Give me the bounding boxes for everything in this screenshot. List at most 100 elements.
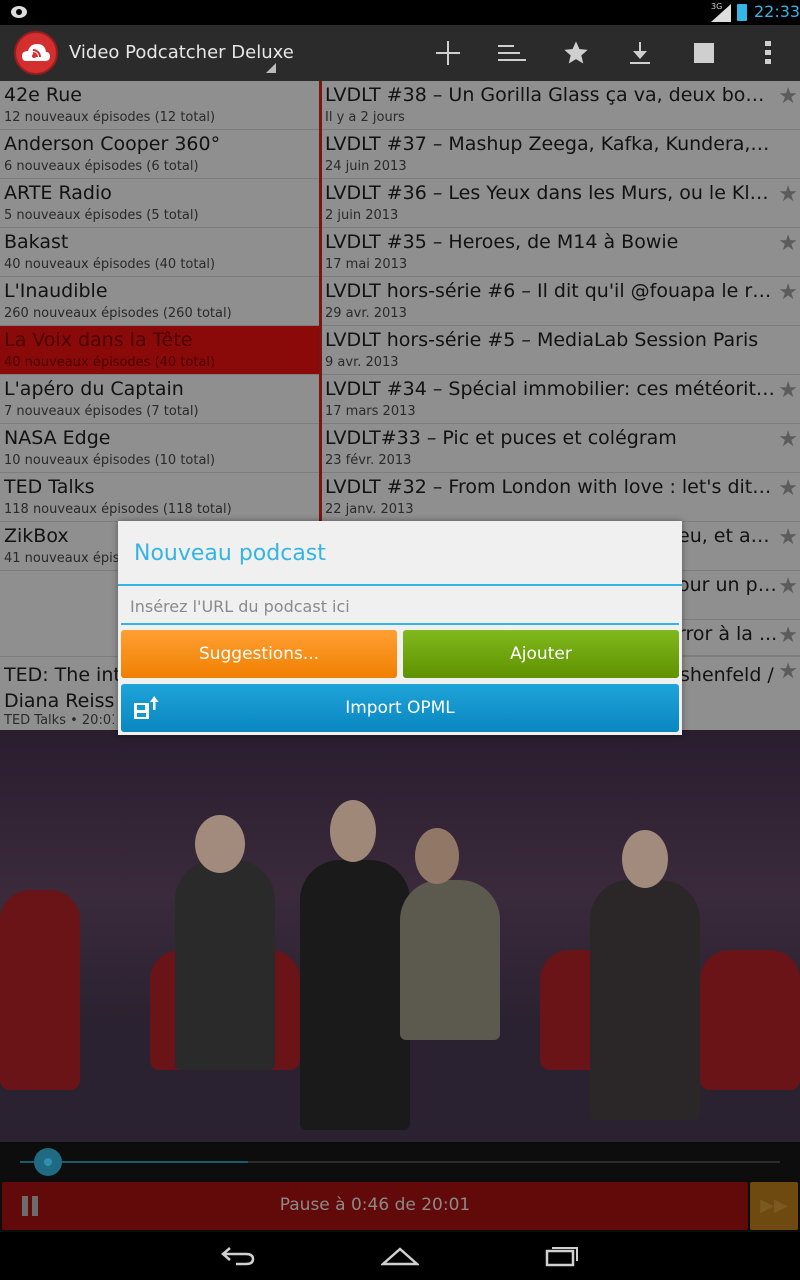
episode-item[interactable]: LVDLT #37 – Mashup Zeega, Kafka, Kundera… (322, 130, 800, 179)
podcast-item[interactable]: Bakast 40 nouveaux épisodes (40 total) (0, 228, 319, 277)
video-person-head (622, 830, 668, 888)
overflow-menu-icon[interactable] (750, 35, 786, 71)
star-icon[interactable]: ★ (778, 427, 798, 452)
podcast-episode-count: 6 nouveaux épisodes (6 total) (4, 159, 199, 174)
pause-button[interactable]: Pause à 0:46 de 20:01 (2, 1182, 748, 1230)
video-chair (700, 950, 800, 1090)
video-person (175, 860, 275, 1070)
video-person (590, 880, 700, 1120)
episode-title: LVDLT #34 – Spécial immobilier: ces mété… (325, 378, 775, 400)
podcast-episode-count: 7 nouveaux épisodes (7 total) (4, 404, 199, 419)
star-icon[interactable]: ★ (778, 231, 798, 256)
pause-label: Pause à 0:46 de 20:01 (279, 1195, 471, 1215)
star-icon[interactable] (558, 35, 594, 71)
navigation-bar (0, 1232, 800, 1280)
signal-icon (711, 4, 731, 22)
podcast-name: La Voix dans la Tête (4, 329, 193, 351)
status-bar: 3G 22:33 (0, 0, 800, 25)
episode-title: rror à la ... (678, 623, 778, 645)
now-playing-title: TED: The inte (4, 664, 124, 686)
episode-title: LVDLT #38 – Un Gorilla Glass ça va, deux… (325, 84, 775, 106)
star-icon[interactable]: ★ (778, 574, 798, 599)
episode-item[interactable]: LVDLT #36 – Les Yeux dans les Murs, ou l… (322, 179, 800, 228)
suggestions-button[interactable]: Suggestions... (121, 630, 397, 678)
podcast-item[interactable]: ARTE Radio 5 nouveaux épisodes (5 total) (0, 179, 319, 228)
episode-date: 22 janv. 2013 (325, 502, 414, 517)
episode-date: 17 mars 2013 (325, 404, 416, 419)
star-icon[interactable]: ★ (778, 378, 798, 403)
add-icon[interactable] (430, 35, 466, 71)
episode-date: 17 mai 2013 (325, 257, 408, 272)
download-icon[interactable] (622, 35, 658, 71)
dropdown-caret-icon (266, 63, 276, 73)
podcast-item[interactable]: L'Inaudible 260 nouveaux épisodes (260 t… (0, 277, 319, 326)
recent-apps-icon[interactable] (538, 1240, 586, 1272)
episode-title: LVDLT#33 – Pic et puces et colégram (325, 427, 677, 449)
episode-date: 24 juin 2013 (325, 159, 407, 174)
now-playing-subtitle: TED Talks • 20:01 (4, 713, 114, 728)
podcast-episode-count: 118 nouveaux épisodes (118 total) (4, 502, 232, 517)
sort-icon[interactable] (494, 35, 530, 71)
episode-item[interactable]: LVDLT #35 – Heroes, de M14 à Bowie 17 ma… (322, 228, 800, 277)
video-person-head (195, 815, 245, 873)
action-bar: Video Podcatcher Deluxe (0, 25, 800, 81)
episode-title: LVDLT hors-série #6 – Il dit qu'il @foua… (325, 280, 775, 302)
episode-date: 23 févr. 2013 (325, 453, 412, 468)
suggestions-label: Suggestions... (198, 644, 320, 664)
home-icon[interactable] (376, 1240, 424, 1272)
seek-thumb[interactable] (34, 1148, 62, 1176)
add-button[interactable]: Ajouter (403, 630, 679, 678)
podcast-item-selected[interactable]: La Voix dans la Tête 40 nouveaux épisode… (0, 326, 319, 375)
podcast-episode-count: 5 nouveaux épisodes (5 total) (4, 208, 199, 223)
podcast-name: ARTE Radio (4, 182, 112, 204)
star-icon[interactable]: ★ (778, 476, 798, 501)
episode-date: Il y a 2 jours (325, 110, 405, 125)
podcast-name: 42e Rue (4, 84, 82, 106)
podcast-item[interactable]: L'apéro du Captain 7 nouveaux épisodes (… (0, 375, 319, 424)
import-opml-button[interactable]: Import OPML (121, 684, 679, 732)
episode-item[interactable]: LVDLT #34 – Spécial immobilier: ces mété… (322, 375, 800, 424)
podcast-item[interactable]: 42e Rue 12 nouveaux épisodes (12 total) (0, 81, 319, 130)
episode-date: 2 juin 2013 (325, 208, 399, 223)
add-label: Ajouter (510, 644, 572, 664)
podcast-name: Bakast (4, 231, 69, 253)
stop-icon[interactable] (686, 35, 722, 71)
podcast-url-input[interactable] (121, 589, 679, 625)
episode-title: eu, et aut... (678, 525, 778, 547)
episode-title: LVDLT #32 – From London with love : let'… (325, 476, 775, 498)
episode-date: 9 avr. 2013 (325, 355, 399, 370)
star-icon[interactable]: ★ (778, 182, 798, 207)
podcast-name: TED Talks (4, 476, 95, 498)
skip-forward-button[interactable]: ▶▶ (750, 1182, 798, 1230)
video-player[interactable] (0, 730, 800, 1142)
episode-item[interactable]: LVDLT hors-série #5 – MediaLab Session P… (322, 326, 800, 375)
podcast-name: L'apéro du Captain (4, 378, 184, 400)
video-person (400, 880, 500, 1040)
star-icon[interactable]: ★ (778, 623, 798, 648)
video-person-head (415, 828, 459, 884)
episode-title: LVDLT #35 – Heroes, de M14 à Bowie (325, 231, 679, 253)
app-logo-icon[interactable] (14, 31, 58, 75)
episode-item[interactable]: LVDLT hors-série #6 – Il dit qu'il @foua… (322, 277, 800, 326)
podcast-name: ZikBox (4, 525, 69, 547)
podcast-name: L'Inaudible (4, 280, 108, 302)
star-icon[interactable]: ★ (778, 525, 798, 550)
episode-item[interactable]: LVDLT #32 – From London with love : let'… (322, 473, 800, 522)
star-icon[interactable]: ★ (778, 84, 798, 109)
star-icon[interactable]: ★ (778, 659, 798, 684)
new-podcast-dialog: Nouveau podcast Suggestions... Ajouter I… (118, 521, 682, 735)
podcast-item[interactable]: Anderson Cooper 360° 6 nouveaux épisodes… (0, 130, 319, 179)
back-icon[interactable] (214, 1240, 262, 1272)
now-playing-title-line2: Diana Reiss / (4, 690, 124, 712)
podcast-item[interactable]: NASA Edge 10 nouveaux épisodes (10 total… (0, 424, 319, 473)
podcast-episode-count: 260 nouveaux épisodes (260 total) (4, 306, 232, 321)
episode-date: 29 avr. 2013 (325, 306, 407, 321)
episode-item[interactable]: LVDLT #38 – Un Gorilla Glass ça va, deux… (322, 81, 800, 130)
star-icon[interactable]: ★ (778, 280, 798, 305)
episode-title: LVDLT #36 – Les Yeux dans les Murs, ou l… (325, 182, 775, 204)
podcast-item[interactable]: TED Talks 118 nouveaux épisodes (118 tot… (0, 473, 319, 522)
episode-item[interactable]: LVDLT#33 – Pic et puces et colégram 23 f… (322, 424, 800, 473)
app-title[interactable]: Video Podcatcher Deluxe (69, 42, 294, 63)
seek-bar[interactable] (0, 1142, 800, 1182)
fast-forward-icon: ▶▶ (760, 1195, 788, 1216)
